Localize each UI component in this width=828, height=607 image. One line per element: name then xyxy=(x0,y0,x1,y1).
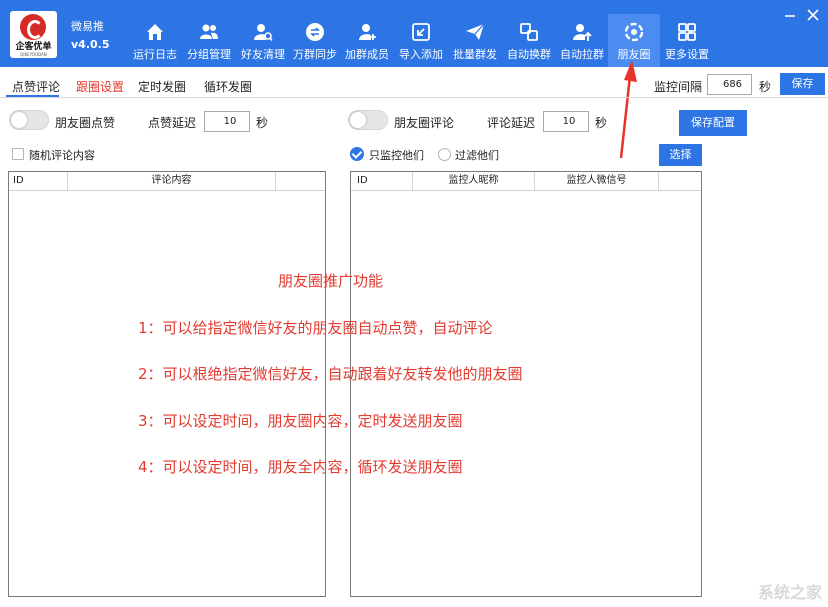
moments-like-toggle[interactable] xyxy=(9,110,49,130)
feature-title: 朋友圈推广功能 xyxy=(278,272,384,290)
moments-like-label: 朋友圈点赞 xyxy=(55,116,116,130)
nav-item-group-manage[interactable]: 分组管理 xyxy=(182,14,236,67)
app-version: v4.0.5 xyxy=(71,38,110,51)
sync-icon xyxy=(305,22,325,42)
monitor-interval-input[interactable]: 686 xyxy=(707,74,752,95)
nav-label: 导入添加 xyxy=(399,48,443,61)
moments-comment-label: 朋友圈评论 xyxy=(394,116,455,130)
watermark: 系统之家 xyxy=(757,583,822,602)
save-button[interactable]: 保存 xyxy=(780,73,825,95)
nav-label: 加群成员 xyxy=(345,48,389,61)
filter-them-radio[interactable] xyxy=(438,148,451,161)
top-toolbar: 企客优单 QIKEYOUDAN 微易推 v4.0.5 运行日志 分组管理 好友清… xyxy=(0,0,828,67)
tab-follow-settings[interactable]: 跟圈设置 xyxy=(76,78,124,95)
user-search-icon xyxy=(253,22,273,42)
comment-delay-label: 评论延迟 xyxy=(487,116,536,130)
nav-label: 自动拉群 xyxy=(560,48,604,61)
tab-divider xyxy=(0,97,828,98)
switch-icon xyxy=(519,22,539,42)
like-delay-label: 点赞延迟 xyxy=(148,116,197,130)
comment-delay-input[interactable]: 10 xyxy=(543,111,589,132)
close-icon[interactable] xyxy=(806,8,820,22)
column-header-comment[interactable]: 评论内容 xyxy=(68,172,276,190)
only-monitor-radio[interactable] xyxy=(350,147,364,161)
only-monitor-label: 只监控他们 xyxy=(369,149,424,162)
feature-line: 4：可以设定时间，朋友全内容，循环发送朋友圈 xyxy=(138,458,463,476)
column-header-id[interactable]: ID xyxy=(351,172,413,190)
table-header: ID 评论内容 xyxy=(9,172,325,191)
filter-them-label: 过滤他们 xyxy=(455,149,499,162)
tab-like-comment[interactable]: 点赞评论 xyxy=(12,78,60,95)
column-header-nickname[interactable]: 监控人昵称 xyxy=(413,172,535,190)
comment-delay-unit: 秒 xyxy=(595,116,608,130)
table-header: ID 监控人昵称 监控人微信号 xyxy=(351,172,701,191)
random-comment-checkbox[interactable] xyxy=(12,148,24,160)
monitor-interval-label: 监控间隔 xyxy=(654,80,703,94)
app-name: 微易推 xyxy=(71,20,104,33)
like-delay-input[interactable]: 10 xyxy=(204,111,250,132)
grid-icon xyxy=(677,22,697,42)
comment-content-table[interactable]: ID 评论内容 xyxy=(8,171,326,597)
annotation-arrow-icon xyxy=(619,60,637,159)
user-add-icon xyxy=(357,22,377,42)
column-header-id[interactable]: ID xyxy=(9,172,68,190)
tab-loop-post[interactable]: 循环发圈 xyxy=(204,78,252,95)
users-icon xyxy=(199,22,219,42)
nav-label: 批量群发 xyxy=(453,48,497,61)
logo-subtext: QIKEYOUDAN xyxy=(20,52,47,57)
pull-group-icon xyxy=(572,22,592,42)
app-logo: 企客优单 QIKEYOUDAN xyxy=(10,11,57,58)
moments-comment-toggle[interactable] xyxy=(348,110,388,130)
nav-item-friend-clean[interactable]: 好友清理 xyxy=(236,14,290,67)
logo-text: 企客优单 xyxy=(15,42,52,52)
nav-item-auto-switch-group[interactable]: 自动换群 xyxy=(502,14,556,67)
nav-label: 更多设置 xyxy=(665,48,709,61)
nav-item-run-log[interactable]: 运行日志 xyxy=(128,14,182,67)
feature-line: 1：可以给指定微信好友的朋友圈自动点赞，自动评论 xyxy=(138,319,493,337)
select-button[interactable]: 选择 xyxy=(659,144,702,166)
feature-line: 2：可以根绝指定微信好友，自动跟着好友转发他的朋友圈 xyxy=(138,365,523,383)
monitor-interval-unit: 秒 xyxy=(759,80,772,94)
send-icon xyxy=(465,22,485,42)
nav-label: 分组管理 xyxy=(187,48,231,61)
nav-label: 好友清理 xyxy=(241,48,285,61)
moments-icon xyxy=(624,22,644,42)
home-icon xyxy=(145,22,165,42)
nav-item-add-members[interactable]: 加群成员 xyxy=(340,14,394,67)
monitor-users-table[interactable]: ID 监控人昵称 监控人微信号 xyxy=(350,171,702,597)
save-config-button[interactable]: 保存配置 xyxy=(679,110,747,136)
nav-item-more-settings[interactable]: 更多设置 xyxy=(660,14,714,67)
nav-item-auto-pull-group[interactable]: 自动拉群 xyxy=(556,14,608,67)
random-comment-label: 随机评论内容 xyxy=(29,149,95,162)
nav-label: 自动换群 xyxy=(507,48,551,61)
nav-item-group-sync[interactable]: 万群同步 xyxy=(290,14,340,67)
minimize-icon[interactable] xyxy=(783,8,797,22)
nav-item-bulk-send[interactable]: 批量群发 xyxy=(448,14,502,67)
import-icon xyxy=(411,22,431,42)
column-header-wechat-id[interactable]: 监控人微信号 xyxy=(535,172,659,190)
tab-scheduled-post[interactable]: 定时发圈 xyxy=(138,78,186,95)
nav-label: 万群同步 xyxy=(293,48,337,61)
logo-mark-icon xyxy=(20,14,46,40)
feature-line: 3：可以设定时间，朋友圈内容，定时发送朋友圈 xyxy=(138,412,463,430)
nav-label: 运行日志 xyxy=(133,48,177,61)
like-delay-unit: 秒 xyxy=(256,116,269,130)
nav-item-import-add[interactable]: 导入添加 xyxy=(394,14,448,67)
